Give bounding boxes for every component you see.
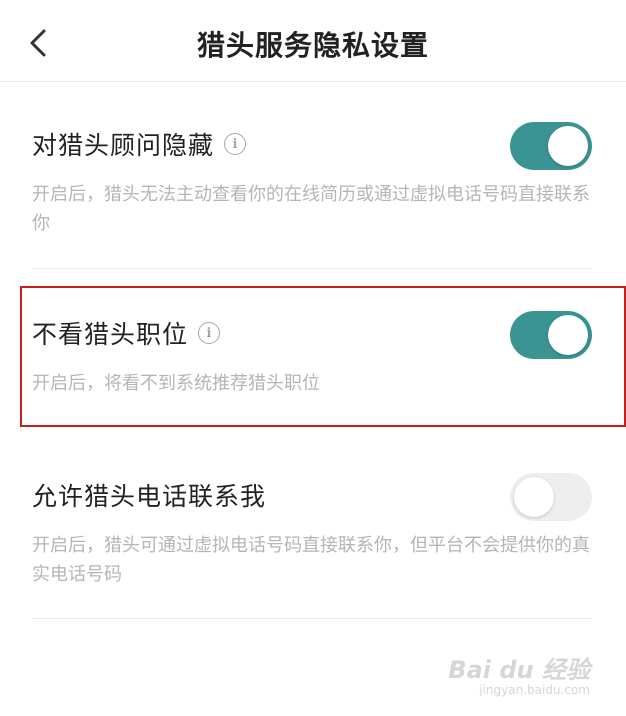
watermark-url: jingyan.baidu.com bbox=[479, 683, 590, 697]
setting-title-row: 允许猎头电话联系我 bbox=[32, 475, 266, 515]
toggle-knob bbox=[548, 315, 588, 355]
toggle-hide-headhunter-jobs[interactable] bbox=[510, 311, 592, 359]
toggle-hide-from-headhunters[interactable] bbox=[510, 122, 592, 170]
divider bbox=[32, 618, 592, 619]
setting-description: 开启后，猎头无法主动查看你的在线简历或通过虚拟电话号码直接联系你 bbox=[32, 184, 590, 234]
divider bbox=[32, 268, 592, 269]
info-icon[interactable]: i bbox=[224, 133, 247, 155]
setting-description: 开启后，猎头可通过虚拟电话号码直接联系你，但平台不会提供你的真实电话号码 bbox=[32, 535, 590, 585]
watermark: Bai du 经验 jingyan.baidu.com bbox=[448, 650, 590, 697]
watermark-logo: Bai du 经验 bbox=[448, 656, 590, 684]
setting-title: 不看猎头职位 bbox=[32, 320, 189, 349]
header: 猎头服务隐私设置 bbox=[0, 0, 626, 82]
setting-title-row: 对猎头顾问隐藏 i bbox=[32, 124, 247, 164]
setting-title: 允许猎头电话联系我 bbox=[32, 482, 267, 511]
toggle-allow-headhunter-calls[interactable] bbox=[510, 473, 592, 521]
setting-title-row: 不看猎头职位 i bbox=[32, 313, 221, 353]
toggle-knob bbox=[548, 126, 588, 166]
toggle-knob bbox=[514, 477, 554, 517]
privacy-settings-page: 猎头服务隐私设置 对猎头顾问隐藏 i 开启后，猎头无法主动查看你的在线简历或通过… bbox=[0, 0, 626, 716]
page-title: 猎头服务隐私设置 bbox=[196, 29, 429, 62]
setting-description: 开启后，将看不到系统推荐猎头职位 bbox=[32, 373, 320, 394]
info-icon[interactable]: i bbox=[198, 322, 221, 344]
setting-title: 对猎头顾问隐藏 bbox=[32, 131, 215, 160]
